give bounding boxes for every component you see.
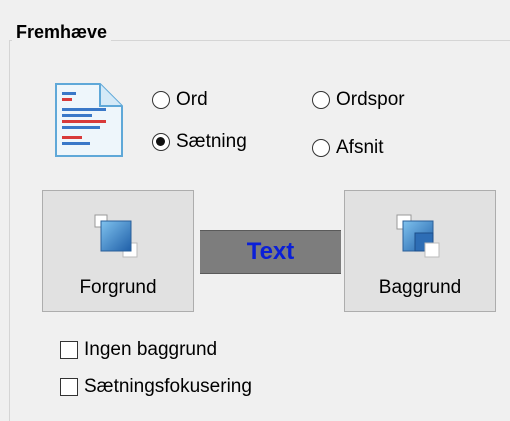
foreground-color-button[interactable]: Forgrund [42,190,194,312]
radio-saetning[interactable]: Sætning [152,131,247,153]
radio-ordspor[interactable]: Ordspor [312,89,405,111]
radio-saetning-label: Sætning [176,131,247,152]
text-preview: Text [200,230,341,274]
radio-ord-indicator [152,91,170,109]
sentence-focus-checkbox[interactable]: Sætningsfokusering [60,376,252,398]
sentence-focus-label: Sætningsfokusering [84,376,252,397]
group-title: Fremhæve [12,22,112,43]
radio-afsnit[interactable]: Afsnit [312,137,384,159]
radio-afsnit-label: Afsnit [336,137,384,158]
background-color-icon [395,213,445,263]
no-background-checkbox[interactable]: Ingen baggrund [60,339,217,361]
sentence-focus-checkbox-box [60,378,78,396]
text-preview-sample: Text [246,238,295,265]
document-icon [50,80,130,160]
background-color-button[interactable]: Baggrund [344,190,496,312]
background-button-label: Baggrund [378,277,462,298]
radio-ord[interactable]: Ord [152,89,208,111]
radio-afsnit-indicator [312,139,330,157]
radio-saetning-indicator [152,133,170,151]
radio-ord-label: Ord [176,89,208,110]
radio-ordspor-indicator [312,91,330,109]
no-background-checkbox-box [60,341,78,359]
foreground-color-icon [93,213,143,263]
foreground-button-label: Forgrund [79,277,157,298]
radio-ordspor-label: Ordspor [336,89,405,110]
no-background-label: Ingen baggrund [84,339,218,360]
